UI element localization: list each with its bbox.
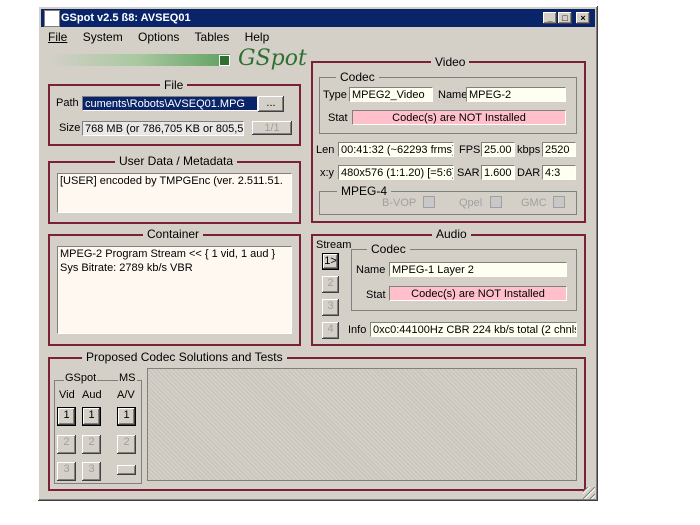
menu-system[interactable]: System	[83, 30, 123, 44]
video-stat-label: Stat	[328, 112, 348, 124]
size-label: Size	[59, 122, 81, 134]
menu-help[interactable]: Help	[245, 30, 270, 44]
logo-square-icon	[219, 55, 230, 66]
file-group	[48, 84, 301, 146]
container-line-2: Sys Bitrate: 2789 kb/s VBR	[60, 262, 193, 274]
aud-test-3-button[interactable]: 3	[82, 462, 101, 481]
logo-gradient	[48, 54, 230, 66]
video-stat-field[interactable]: Codec(s) are NOT Installed	[352, 110, 566, 125]
kbps-label: kbps	[517, 144, 541, 156]
audio-stat-label: Stat	[366, 289, 386, 301]
ms-label: MS	[118, 371, 137, 385]
qpel-checkbox[interactable]	[490, 196, 502, 208]
sar-field[interactable]: 1.600	[481, 165, 515, 180]
page-button[interactable]: 1/1	[252, 121, 292, 135]
menu-tables[interactable]: Tables	[195, 30, 230, 44]
video-codec-group	[319, 77, 577, 134]
codec-solutions-panel[interactable]	[147, 368, 577, 481]
video-type-label: Type	[323, 89, 347, 101]
gmc-label: GMC	[521, 197, 547, 209]
av-label: A/V	[117, 389, 135, 401]
window-title: GSpot v2.5 ß8: AVSEQ01	[61, 12, 191, 24]
xy-field[interactable]: 480x576 (1:1.20) [=5:6]	[338, 165, 454, 180]
fps-field[interactable]: 25.00	[481, 142, 515, 157]
video-codec-label: Codec	[336, 71, 379, 83]
sar-label: SAR	[457, 167, 480, 179]
vid-label: Vid	[59, 389, 75, 401]
bvop-label: B-VOP	[382, 197, 417, 209]
userdata-field[interactable]: [USER] encoded by TMPGEnc (ver. 2.511.51…	[57, 173, 292, 213]
path-field[interactable]: cuments\Robots\AVSEQ01.MPG	[82, 96, 258, 111]
aud-test-1-button[interactable]: 1	[82, 407, 101, 426]
len-label: Len	[316, 144, 335, 156]
resize-grip-icon[interactable]	[583, 487, 595, 499]
stream-button-2[interactable]: 2	[322, 276, 339, 293]
vid-test-2-button[interactable]: 2	[57, 435, 76, 454]
browse-button[interactable]: ...	[258, 96, 284, 112]
audio-name-label: Name	[356, 264, 386, 276]
userdata-group-label: User Data / Metadata	[115, 155, 238, 167]
close-icon[interactable]: ×	[576, 12, 590, 24]
video-type-field[interactable]: MPEG2_Video	[349, 87, 433, 102]
menu-bar: File System Options Tables Help	[48, 30, 281, 44]
aud-test-2-button[interactable]: 2	[82, 435, 101, 454]
video-name-label: Name	[438, 89, 468, 101]
logo: GSpot	[238, 46, 307, 71]
kbps-field[interactable]: 2520	[542, 142, 576, 157]
vid-test-3-button[interactable]: 3	[57, 462, 76, 481]
app-icon[interactable]	[44, 10, 60, 27]
audio-name-field[interactable]: MPEG-1 Layer 2	[389, 262, 567, 277]
len-field[interactable]: 00:41:32 (~62293 frms)	[338, 142, 454, 157]
container-info-field[interactable]: MPEG-2 Program Stream << { 1 vid, 1 aud …	[57, 246, 292, 334]
proposed-group-label: Proposed Codec Solutions and Tests	[82, 351, 287, 363]
maximize-icon[interactable]: □	[558, 12, 572, 24]
container-group-label: Container	[143, 228, 204, 240]
dar-field[interactable]: 4:3	[542, 165, 576, 180]
menu-options[interactable]: Options	[138, 30, 179, 44]
qpel-label: Qpel	[459, 197, 483, 209]
stream-button-4[interactable]: 4	[322, 322, 339, 339]
audio-info-field[interactable]: 0xc0:44100Hz CBR 224 kb/s total (2 chnls	[370, 322, 577, 337]
gmc-checkbox[interactable]	[553, 196, 565, 208]
stream-label: Stream	[316, 239, 352, 251]
video-name-field[interactable]: MPEG-2	[466, 87, 566, 102]
size-field[interactable]: 768 MB (or 786,705 KB or 805,58	[82, 121, 244, 136]
av-test-3-button[interactable]	[117, 465, 136, 475]
bvop-checkbox[interactable]	[423, 196, 435, 208]
vid-test-1-button[interactable]: 1	[57, 407, 76, 426]
menu-file[interactable]: File	[48, 30, 67, 44]
path-label: Path	[56, 97, 79, 109]
av-test-2-button[interactable]: 2	[117, 435, 136, 454]
file-group-label: File	[160, 79, 188, 91]
audio-info-label: Info	[348, 324, 367, 336]
fps-label: FPS	[459, 144, 481, 156]
video-group-label: Video	[431, 56, 470, 68]
audio-codec-label: Codec	[367, 243, 410, 255]
minimize-icon[interactable]: _	[543, 12, 557, 24]
container-line-1: MPEG-2 Program Stream << { 1 vid, 1 aud …	[60, 248, 276, 260]
gspot-label: GSpot	[64, 371, 98, 385]
dar-label: DAR	[517, 167, 541, 179]
aud-label: Aud	[82, 389, 102, 401]
audio-stat-field[interactable]: Codec(s) are NOT Installed	[389, 286, 567, 301]
xy-label: x:y	[320, 167, 335, 179]
audio-group-label: Audio	[432, 228, 471, 240]
stream-button-3[interactable]: 3	[322, 299, 339, 316]
stream-button-1[interactable]: 1>	[322, 253, 339, 270]
av-test-1-button[interactable]: 1	[117, 407, 136, 426]
